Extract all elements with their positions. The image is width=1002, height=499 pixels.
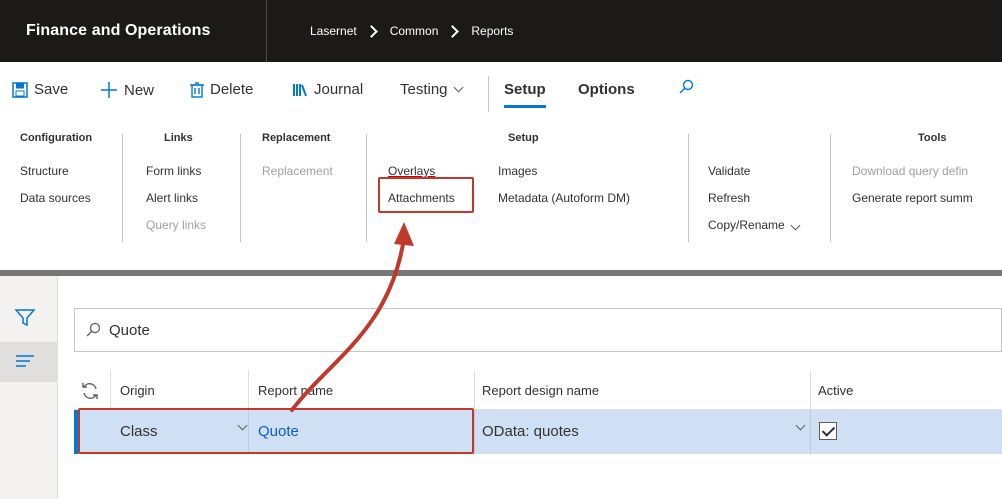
ribbon-form-links-button[interactable]: Form links [146, 164, 201, 178]
ribbon-alert-links-button[interactable]: Alert links [146, 191, 198, 205]
group-separator [366, 134, 367, 242]
delete-label: Delete [210, 81, 254, 98]
chevron-right-icon [364, 24, 378, 38]
column-header-origin[interactable]: Origin [120, 383, 155, 398]
app-title[interactable]: Finance and Operations [26, 22, 210, 40]
search-icon [679, 79, 694, 94]
group-separator [830, 134, 831, 242]
group-separator [240, 134, 241, 242]
ribbon-copy-rename-button[interactable]: Copy/Rename [708, 218, 801, 232]
copy-rename-label: Copy/Rename [708, 218, 785, 232]
chevron-down-icon[interactable] [795, 420, 806, 431]
ribbon-refresh-button[interactable]: Refresh [708, 191, 750, 205]
ribbon-download-query-button: Download query defin [852, 164, 969, 178]
left-rail [0, 276, 58, 499]
filter-icon[interactable] [14, 308, 36, 328]
tab-options[interactable]: Options [578, 81, 635, 98]
section-divider [0, 270, 1002, 276]
chevron-right-icon [446, 24, 460, 38]
breadcrumb: Lasernet Common Reports [310, 24, 513, 38]
grid-header: Origin Report name Report design name Ac… [74, 370, 1002, 410]
refresh-icon[interactable] [80, 381, 100, 401]
grid-search-input[interactable] [109, 319, 969, 341]
testing-label: Testing [400, 81, 448, 98]
ribbon-metadata-button[interactable]: Metadata (Autoform DM) [498, 191, 630, 205]
tab-options-label: Options [578, 81, 635, 98]
column-divider [810, 410, 811, 454]
column-header-active[interactable]: Active [818, 383, 853, 398]
column-divider [110, 370, 111, 410]
attachments-highlight-box [378, 177, 474, 213]
action-search-button[interactable] [678, 79, 700, 95]
column-divider [474, 370, 475, 410]
column-divider [810, 370, 811, 410]
tab-setup[interactable]: Setup [504, 81, 546, 108]
ribbon-validate-button[interactable]: Validate [708, 164, 750, 178]
breadcrumb-item-reports[interactable]: Reports [471, 24, 513, 38]
group-title-setup: Setup [508, 132, 539, 144]
active-checkbox[interactable] [819, 422, 837, 440]
trash-icon [190, 81, 204, 98]
save-label: Save [34, 81, 69, 98]
delete-button[interactable]: Delete [190, 81, 253, 98]
ribbon-replacement-button: Replacement [262, 164, 333, 178]
ribbon-structure-button[interactable]: Structure [20, 164, 69, 178]
save-button[interactable]: Save [12, 81, 68, 98]
group-title-links: Links [164, 132, 193, 144]
ribbon-overlays-button[interactable]: Overlays [388, 164, 435, 178]
tab-setup-label: Setup [504, 81, 546, 98]
breadcrumb-item-common[interactable]: Common [390, 24, 439, 38]
ribbon-images-button[interactable]: Images [498, 164, 537, 178]
top-navigation-bar: Finance and Operations Lasernet Common R… [0, 0, 1002, 62]
chevron-down-icon [453, 82, 463, 93]
column-divider [248, 370, 249, 410]
testing-menu-button[interactable]: Testing [400, 81, 463, 98]
ribbon-generate-report-summary-button[interactable]: Generate report summ [852, 191, 973, 205]
grid-search-box[interactable] [74, 308, 1002, 352]
journal-button[interactable]: Journal [292, 81, 363, 98]
topbar-divider [266, 0, 267, 62]
row-highlight-box [78, 408, 474, 454]
chevron-down-icon [790, 220, 801, 231]
column-header-report-design-name[interactable]: Report design name [482, 383, 599, 398]
books-icon [293, 83, 307, 96]
new-label: New [124, 81, 155, 99]
journal-label: Journal [314, 81, 364, 98]
group-separator [688, 134, 689, 242]
group-separator [122, 134, 123, 242]
group-title-configuration: Configuration [20, 132, 93, 144]
group-title-tools: Tools [918, 132, 947, 144]
save-icon [12, 81, 28, 98]
search-icon [86, 322, 101, 337]
cell-report-design-name[interactable]: OData: quotes [482, 423, 579, 440]
column-divider [474, 410, 475, 454]
setup-ribbon: Configuration Structure Data sources Lin… [0, 118, 1002, 268]
action-pane-divider [488, 76, 489, 112]
group-title-replacement: Replacement [262, 132, 331, 144]
list-view-icon[interactable] [14, 354, 36, 370]
plus-icon [101, 82, 117, 98]
ribbon-data-sources-button[interactable]: Data sources [20, 191, 91, 205]
action-pane: Save New Delete Journal Testing Setup Op… [0, 62, 1002, 118]
breadcrumb-item-lasernet[interactable]: Lasernet [310, 24, 357, 38]
new-button[interactable]: New [100, 81, 154, 99]
ribbon-query-links-button: Query links [146, 218, 207, 232]
column-header-report-name[interactable]: Report name [258, 383, 333, 398]
